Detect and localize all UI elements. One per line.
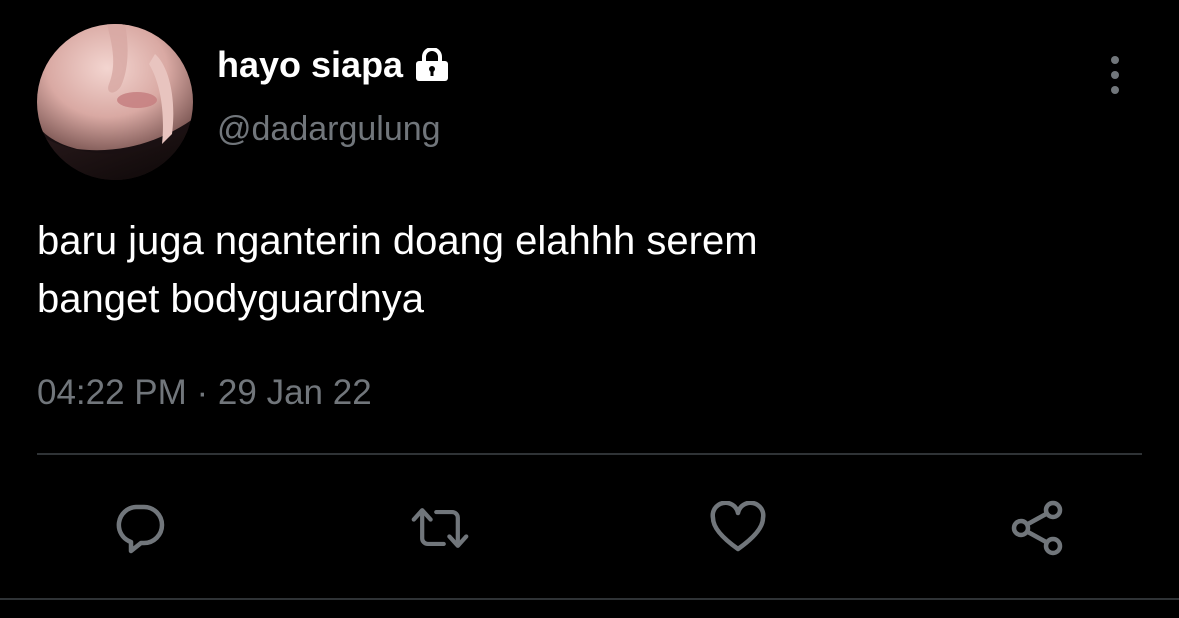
- display-name[interactable]: hayo siapa: [217, 44, 451, 86]
- share-icon: [1011, 500, 1063, 556]
- tweet-text: baru juga nganterin doang elahhh serem b…: [37, 219, 758, 321]
- avatar-image: [37, 24, 193, 180]
- tweet-timestamp[interactable]: 04:22 PM · 29 Jan 22: [37, 373, 372, 413]
- reply-icon: [116, 504, 165, 554]
- menu-dot: [1111, 56, 1119, 64]
- display-name-text: hayo siapa: [217, 44, 404, 85]
- avatar[interactable]: [37, 24, 193, 180]
- user-handle[interactable]: @dadargulung: [217, 110, 441, 149]
- bottom-divider: [0, 598, 1179, 600]
- reply-button[interactable]: [110, 500, 170, 556]
- share-button[interactable]: [1008, 500, 1068, 556]
- retweet-icon: [411, 508, 469, 548]
- menu-dot: [1111, 71, 1119, 79]
- like-button[interactable]: [708, 500, 768, 556]
- heart-icon: [710, 501, 766, 552]
- lock-icon: [413, 48, 451, 82]
- more-vertical-icon[interactable]: [1098, 52, 1132, 98]
- divider: [37, 453, 1142, 455]
- retweet-button[interactable]: [410, 500, 470, 556]
- menu-dot: [1111, 86, 1119, 94]
